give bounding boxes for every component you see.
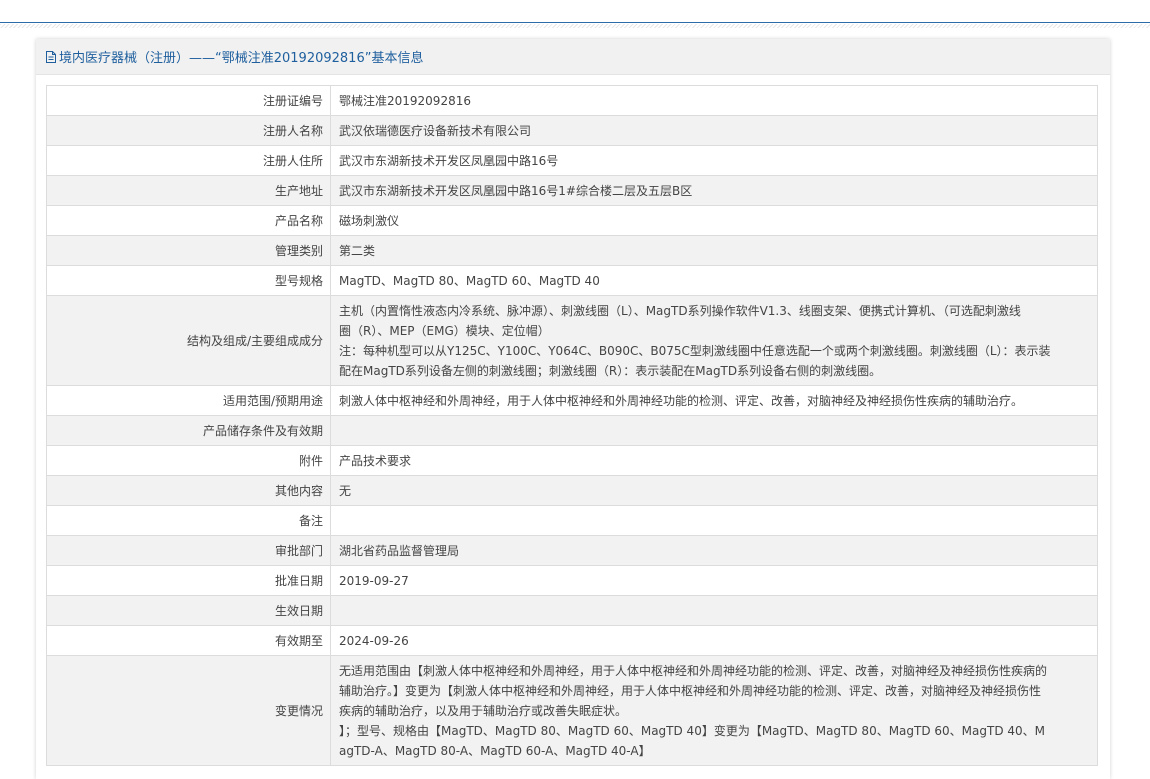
field-value: 鄂械注准20192092816 (330, 85, 1098, 116)
field-value: 刺激人体中枢神经和外周神经，用于人体中枢神经和外周神经功能的检测、评定、改善，对… (330, 385, 1098, 416)
top-divider (0, 22, 1150, 23)
field-label: 注册证编号 (46, 85, 331, 116)
field-label: 备注 (46, 505, 331, 536)
field-value-line: 无适用范围由【刺激人体中枢神经和外周神经，用于人体中枢神经和外周神经功能的检测、… (339, 664, 1048, 678)
table-row: 生产地址 武汉市东湖新技术开发区凤凰园中路16号1#综合楼二层及五层B区 (46, 175, 1098, 206)
field-label: 产品储存条件及有效期 (46, 415, 331, 446)
table-row: 变更情况 无适用范围由【刺激人体中枢神经和外周神经，用于人体中枢神经和外周神经功能… (46, 655, 1098, 766)
field-label: 附件 (46, 445, 331, 476)
field-value (330, 415, 1098, 446)
table-row: 注册证编号 鄂械注准20192092816 (46, 85, 1098, 116)
field-value: 无 (330, 475, 1098, 506)
table-row: 产品储存条件及有效期 (46, 415, 1098, 446)
table-row: 结构及组成/主要组成成分 主机（内置惰性液态内冷系统、脉冲源）、刺激线圈（L）、M… (46, 295, 1098, 386)
field-value: 2024-09-26 (330, 625, 1098, 656)
field-value-line: 疾病的辅助治疗，以及用于辅助治疗或改善失眠症状。 (339, 704, 628, 718)
field-label: 变更情况 (46, 655, 331, 766)
field-label: 有效期至 (46, 625, 331, 656)
field-value-line: 配在MagTD系列设备左侧的刺激线圈；刺激线圈（R）：表示装配在MagTD系列设… (339, 364, 882, 378)
detail-panel: 境内医疗器械（注册）——“鄂械注准20192092816”基本信息 注册证编号鄂… (36, 39, 1110, 779)
table-row: 有效期至 2024-09-26 (46, 625, 1098, 656)
field-value: MagTD、MagTD 80、MagTD 60、MagTD 40 (330, 265, 1098, 296)
field-value-line: 】；型号、规格由【MagTD、MagTD 80、MagTD 60、MagTD 4… (339, 724, 1046, 738)
field-value: 主机（内置惰性液态内冷系统、脉冲源）、刺激线圈（L）、MagTD系列操作软件V1… (330, 295, 1098, 386)
field-label: 注册人住所 (46, 145, 331, 176)
field-value-line: 辅助治疗。】变更为【刺激人体中枢神经和外周神经，用于人体中枢神经和外周神经功能的… (339, 684, 1042, 698)
field-value (330, 595, 1098, 626)
panel-title: 境内医疗器械（注册）——“鄂械注准20192092816”基本信息 (59, 51, 424, 66)
field-value: 无适用范围由【刺激人体中枢神经和外周神经，用于人体中枢神经和外周神经功能的检测、… (330, 655, 1098, 766)
table-row: 其他内容无 (46, 475, 1098, 506)
field-value-line: 主机（内置惰性液态内冷系统、脉冲源）、刺激线圈（L）、MagTD系列操作软件V1… (339, 304, 1021, 318)
panel-header: 境内医疗器械（注册）——“鄂械注准20192092816”基本信息 (36, 39, 1110, 75)
field-value-line: agTD-A、MagTD 80-A、MagTD 60-A、MagTD 40-A】 (339, 744, 651, 758)
field-value: 产品技术要求 (330, 445, 1098, 476)
document-icon (46, 50, 56, 63)
field-value: 武汉市东湖新技术开发区凤凰园中路16号1#综合楼二层及五层B区 (330, 175, 1098, 206)
table-row: 管理类别 第二类 (46, 235, 1098, 266)
field-value-line: 注：每种机型可以从Y125C、Y100C、Y064C、B090C、B075C型刺… (339, 344, 1051, 358)
field-label: 型号规格 (46, 265, 331, 296)
table-row: 注册人住所 武汉市东湖新技术开发区凤凰园中路16号 (46, 145, 1098, 176)
table-row: 型号规格 MagTD、MagTD 80、MagTD 60、MagTD 40 (46, 265, 1098, 296)
field-value: 武汉依瑞德医疗设备新技术有限公司 (330, 115, 1098, 146)
field-value: 第二类 (330, 235, 1098, 266)
field-label: 批准日期 (46, 565, 331, 596)
field-label: 管理类别 (46, 235, 331, 266)
table-row: 审批部门 湖北省药品监督管理局 (46, 535, 1098, 566)
table-row: 附件 产品技术要求 (46, 445, 1098, 476)
table-row: 产品名称 磁场刺激仪 (46, 205, 1098, 236)
field-value (330, 505, 1098, 536)
table-row: 备注 (46, 505, 1098, 536)
field-value: 武汉市东湖新技术开发区凤凰园中路16号 (330, 145, 1098, 176)
field-value: 湖北省药品监督管理局 (330, 535, 1098, 566)
field-label: 生产地址 (46, 175, 331, 206)
field-label: 审批部门 (46, 535, 331, 566)
field-value: 磁场刺激仪 (330, 205, 1098, 236)
field-label: 适用范围/预期用途 (46, 385, 331, 416)
field-label: 其他内容 (46, 475, 331, 506)
table-row: 注册人名称 武汉依瑞德医疗设备新技术有限公司 (46, 115, 1098, 146)
table-row: 批准日期 2019-09-27 (46, 565, 1098, 596)
field-value: 2019-09-27 (330, 565, 1098, 596)
info-table: 注册证编号 鄂械注准20192092816 注册人名称 武汉依瑞德医疗设备新技术有限公… (46, 85, 1098, 766)
table-row: 适用范围/预期用途 刺激人体中枢神经和外周神经，用于人体中枢神经和外周神经功能的检… (46, 385, 1098, 416)
field-label: 生效日期 (46, 595, 331, 626)
field-label: 结构及组成/主要组成成分 (46, 295, 331, 386)
top-hatch-band (0, 24, 1150, 28)
table-row: 生效日期 (46, 595, 1098, 626)
field-label: 产品名称 (46, 205, 331, 236)
field-label: 注册人名称 (46, 115, 331, 146)
field-value-line: 圈（R）、MEP（EMG）模块、定位帽） (339, 324, 550, 338)
